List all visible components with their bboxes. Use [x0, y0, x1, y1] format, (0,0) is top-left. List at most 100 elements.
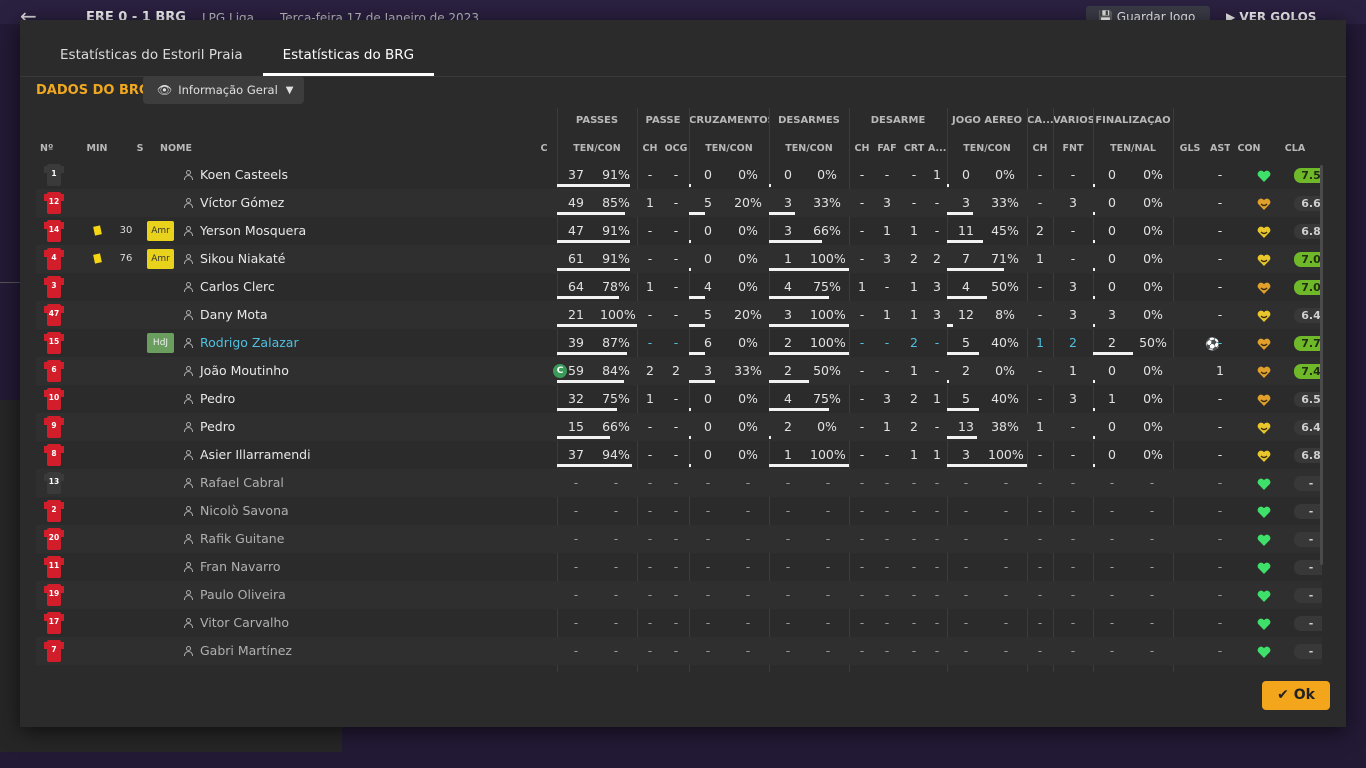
stat-value: - — [785, 475, 791, 490]
table-row[interactable]: 20 Rafik Guitane - - - - - - - - - - - - - - - - - - - - — [36, 525, 1322, 553]
player-name[interactable]: Fran Navarro — [200, 553, 280, 581]
stat-value: - — [705, 475, 711, 490]
shots-pct: 0% — [1143, 419, 1163, 434]
table-row[interactable]: 4 76 Amr Sikou Niakaté 61 91% - -0 0% 1 100% -3 2 2 7 7… — [36, 245, 1322, 273]
table-row[interactable]: 1 Koen Casteels 37 91% - -0 0% 0 0% - - -1 0 0% - -0 0% -… — [36, 161, 1322, 189]
tab-brg-stats[interactable]: Estatísticas do BRG — [262, 20, 435, 76]
column-header-gls[interactable]: GLS — [1178, 143, 1202, 154]
table-row[interactable]: 13 Rafael Cabral - - - - - - - - - - - - - - - - - - - - — [36, 469, 1322, 497]
column-header-min[interactable]: MIN — [84, 143, 110, 154]
table-row[interactable]: 11 Fran Navarro - - - - - - - - - - - - - - - - - - - - — [36, 553, 1322, 581]
shirt-icon: 1 — [44, 164, 64, 186]
def-crt: 2 — [910, 419, 918, 434]
column-header-ast[interactable]: AST — [1210, 143, 1230, 154]
table-row[interactable]: 19 Paulo Oliveira - - - - - - - - - - - - - - - - - - - - — [36, 581, 1322, 609]
vertical-scrollbar[interactable] — [1320, 165, 1323, 565]
column-header-passe-ch[interactable]: CH — [640, 143, 660, 154]
person-icon — [184, 422, 193, 432]
player-name[interactable]: Paulo Oliveira — [200, 581, 286, 609]
shirt-number: 7 — [51, 645, 57, 654]
column-header-s[interactable]: S — [132, 143, 148, 154]
table-row[interactable]: 7 Gabri Martínez - - - - - - - - - - - - - - - - - - - - — [36, 637, 1322, 665]
player-name[interactable]: Sikou Niakaté — [200, 245, 286, 273]
shirt-number: 17 — [48, 617, 60, 626]
ca-ch: - — [1037, 167, 1043, 182]
column-header-con[interactable]: CON — [1236, 143, 1262, 154]
player-name[interactable]: João Moutinho — [200, 357, 289, 385]
column-header-passes-tc[interactable]: TEN/CON — [557, 143, 637, 154]
shots-attempted: 0 — [1108, 363, 1116, 378]
shirt-icon: 20 — [44, 528, 64, 550]
player-name[interactable]: Nicolò Savona — [200, 497, 289, 525]
stat-value: - — [673, 531, 679, 546]
player-name[interactable]: Pedro — [200, 385, 235, 413]
player-name[interactable]: Yerson Mosquera — [200, 217, 306, 245]
stat-value: - — [1109, 559, 1115, 574]
view-dropdown[interactable]: 👁 Informação Geral ▼ — [143, 76, 304, 104]
chances-created: - — [673, 335, 679, 350]
assists: 1 — [1216, 363, 1224, 378]
player-name[interactable]: Vitor Carvalho — [200, 609, 289, 637]
crosses-pct-bar — [689, 184, 691, 187]
shots-pct-bar — [1093, 464, 1095, 467]
match-rating: - — [1294, 588, 1322, 603]
table-row[interactable]: 8 Asier Illarramendi 37 94% - -0 0% 1 100% - -1 1 3 1… — [36, 441, 1322, 469]
table-row[interactable]: 6 João Moutinho C 59 84% 2 2 3 33% 2 50% - -1-2 0% -1 0… — [36, 357, 1322, 385]
def-ch: - — [859, 363, 865, 378]
table-row[interactable]: 10 Pedro 32 75% 1-0 0% 4 75% -3 2 1 5 40% -3 1 0% -6.5 — [36, 385, 1322, 413]
column-header-no[interactable]: Nº — [40, 143, 60, 154]
player-name[interactable]: Pedro — [200, 413, 235, 441]
player-name[interactable]: Víctor Gómez — [200, 189, 284, 217]
player-name[interactable]: Rafik Guitane — [200, 525, 284, 553]
table-row[interactable]: 12 Víctor Gómez 49 85% 1-5 20% 3 33% -3- -3 33% -3 0… — [36, 189, 1322, 217]
player-name[interactable]: Carlos Clerc — [200, 273, 275, 301]
tackles-attempted: 0 — [784, 167, 792, 182]
shots-pct-bar — [1093, 380, 1095, 383]
player-name[interactable]: Asier Illarramendi — [200, 441, 311, 469]
tackles-pct-bar — [769, 464, 849, 467]
column-header-c[interactable]: C — [537, 143, 551, 154]
morale-heart-icon — [1257, 560, 1271, 574]
table-row[interactable]: 17 Vitor Carvalho - - - - - - - - - - - - - - - - - - - - — [36, 609, 1322, 637]
morale-heart-icon — [1257, 336, 1271, 350]
column-header-fin-tn[interactable]: TEN/NAL — [1093, 143, 1173, 154]
stat-value: - — [613, 531, 619, 546]
stat-value: - — [1109, 503, 1115, 518]
column-header-passe-ocg[interactable]: OCG — [664, 143, 688, 154]
column-header-dsm-ch[interactable]: CH — [853, 143, 871, 154]
tab-estoril-stats[interactable]: Estatísticas do Estoril Praia — [40, 20, 263, 76]
headers-pct-bar — [947, 464, 1027, 467]
stat-value: - — [963, 559, 969, 574]
table-row[interactable]: 3 Carlos Clerc 64 78% 1-4 0% 4 75% 1-1 3 4 50% -3 0 0%… — [36, 273, 1322, 301]
column-header-dsm-crt[interactable]: CRT — [903, 143, 925, 154]
shirt-icon: 19 — [44, 584, 64, 606]
stat-value: - — [859, 531, 865, 546]
table-row[interactable]: 9 Pedro 15 66% - -0 0% 2 0% -1 2-13 38% 1-0 0% -6.4 — [36, 413, 1322, 441]
table-row[interactable]: 14 30 Amr Yerson Mosquera 47 91% - -0 0% 3 66% -1 1-… — [36, 217, 1322, 245]
column-header-dsm-a[interactable]: A... — [928, 143, 946, 154]
def-a: 1 — [933, 447, 941, 462]
player-name[interactable]: Koen Casteels — [200, 161, 288, 189]
column-header-cruz-tc[interactable]: TEN/CON — [689, 143, 769, 154]
column-header-dsm-faf[interactable]: FAF — [877, 143, 897, 154]
player-name[interactable]: Rodrigo Zalazar — [200, 329, 299, 357]
column-header-nome[interactable]: NOME — [160, 143, 220, 154]
column-header-des-tc[interactable]: TEN/CON — [769, 143, 849, 154]
shirt-number: 4 — [51, 253, 57, 262]
column-header-ca-ch[interactable]: CH — [1030, 143, 1050, 154]
ok-button[interactable]: ✔ Ok — [1262, 681, 1330, 710]
player-name[interactable]: Dany Mota — [200, 301, 268, 329]
table-row[interactable]: 2 Nicolò Savona - - - - - - - - - - - - - - - - - - - - — [36, 497, 1322, 525]
key-passes: - — [647, 307, 653, 322]
def-crt: 1 — [910, 363, 918, 378]
table-row[interactable]: 15 HdJ Rodrigo Zalazar 39 87% - -6 0% 2 100% - -2-5… — [36, 329, 1322, 357]
column-header-aer-tc[interactable]: TEN/CON — [947, 143, 1027, 154]
player-name[interactable]: Gabri Martínez — [200, 637, 292, 665]
column-header-cla[interactable]: CLA — [1282, 143, 1308, 154]
crosses-pct: 0% — [738, 335, 758, 350]
player-name[interactable]: Rafael Cabral — [200, 469, 284, 497]
ca-ch: - — [1037, 391, 1043, 406]
column-header-var-fnt[interactable]: FNT — [1060, 143, 1086, 154]
person-icon — [184, 366, 193, 376]
table-row[interactable]: 47 Dany Mota 21 100% - -5 20% 3 100% -1 1 3 12 8% -3 3 0… — [36, 301, 1322, 329]
